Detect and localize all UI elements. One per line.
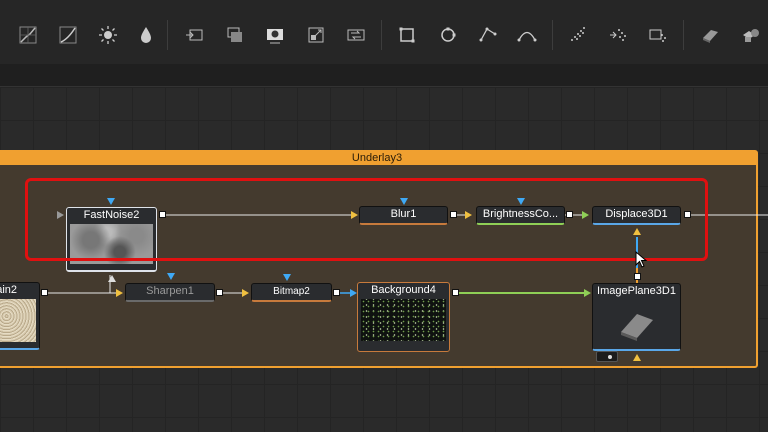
toolbar-separator — [552, 20, 553, 50]
polygon-mask-icon[interactable] — [475, 22, 501, 48]
bitmap-output-port[interactable] — [333, 289, 340, 296]
sharpen-mask-port[interactable] — [167, 273, 175, 280]
node-label: ain2 — [0, 284, 17, 296]
toolbar-separator — [683, 20, 684, 50]
imageplane-input-port[interactable] — [584, 289, 591, 297]
merge-icon[interactable] — [222, 22, 248, 48]
node-toolbar — [0, 0, 768, 64]
ellipse-mask-icon[interactable] — [435, 22, 461, 48]
merge3d-icon[interactable] — [737, 22, 763, 48]
particle-emitter-icon[interactable] — [565, 22, 591, 48]
sharpen-input-port[interactable] — [116, 289, 123, 297]
node-background4[interactable]: Background4 — [357, 282, 450, 352]
loop-icon[interactable] — [343, 22, 369, 48]
node-label: Sharpen1 — [146, 285, 194, 297]
node-sharpen1[interactable]: Sharpen1 — [125, 283, 215, 302]
highlight-annotation-box — [25, 178, 708, 261]
sharpen-output-port[interactable] — [216, 289, 223, 296]
node-label: Background4 — [371, 284, 436, 296]
bitmap-mask-port[interactable] — [283, 274, 291, 281]
toolbar-subbar — [0, 64, 768, 87]
transform-icon[interactable] — [181, 22, 207, 48]
plain-thumbnail — [0, 299, 36, 342]
node-label: Bitmap2 — [273, 286, 310, 297]
node-plain2[interactable]: ain2 — [0, 282, 40, 350]
fastnoise-bottom-port[interactable] — [108, 275, 116, 282]
node-imageplane3d1[interactable]: ImagePlane3D1 — [592, 283, 681, 351]
color-drop-icon[interactable] — [133, 22, 159, 48]
background-thumbnail — [361, 299, 446, 341]
image-plane-icon — [621, 314, 653, 341]
imageplane-output-port[interactable] — [634, 273, 641, 280]
particle-render-icon[interactable] — [605, 22, 631, 48]
underlay-title: Underlay3 — [0, 152, 756, 165]
gamma-icon[interactable] — [55, 22, 81, 48]
toolbar-separator — [381, 20, 382, 50]
imageplane-image-port[interactable] — [633, 354, 641, 361]
rectangle-mask-icon[interactable] — [394, 22, 420, 48]
resize-icon[interactable] — [303, 22, 329, 48]
shape3d-icon[interactable] — [697, 22, 723, 48]
node-bitmap2[interactable]: Bitmap2 — [251, 283, 332, 302]
toolbar-separator — [167, 20, 168, 50]
bitmap-input-port[interactable] — [242, 289, 249, 297]
background-input-port[interactable] — [350, 289, 357, 297]
particle-plane-icon[interactable] — [645, 22, 671, 48]
node-label: ImagePlane3D1 — [597, 285, 676, 297]
brightness-icon[interactable] — [95, 22, 121, 48]
matte-icon[interactable] — [262, 22, 288, 48]
imageplane-view-toggle[interactable] — [596, 351, 618, 362]
background-output-port[interactable] — [452, 289, 459, 296]
plain-output-port[interactable] — [41, 289, 48, 296]
mouse-cursor-icon — [635, 251, 648, 268]
bspline-mask-icon[interactable] — [514, 22, 540, 48]
curves-icon[interactable] — [15, 22, 41, 48]
view-dot-icon — [608, 355, 612, 359]
